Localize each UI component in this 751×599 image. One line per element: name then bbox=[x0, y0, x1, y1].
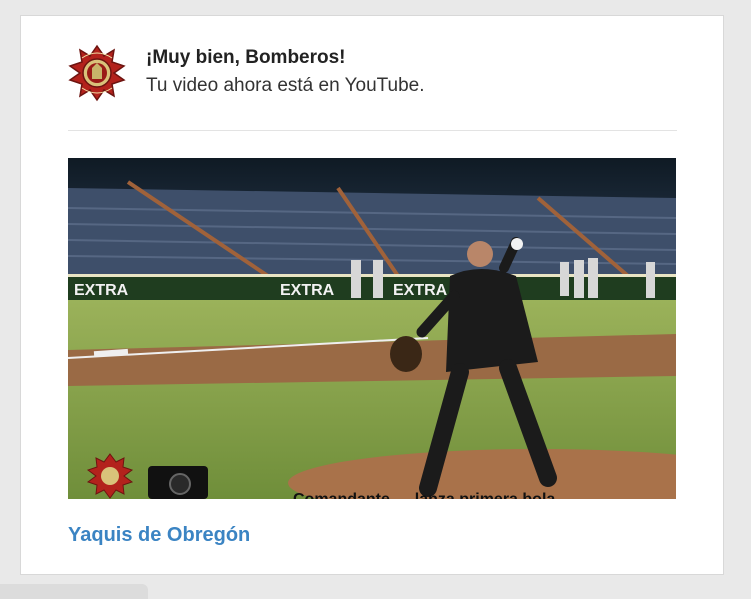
horizontal-scrollbar[interactable] bbox=[0, 584, 148, 599]
notification-message: Tu video ahora está en YouTube. bbox=[146, 75, 425, 96]
banner-text-1: EXTRA bbox=[74, 282, 129, 299]
video-title-link[interactable]: Yaquis de Obregón bbox=[68, 524, 250, 547]
notification-header: ¡Muy bien, Bomberos! Tu video ahora está… bbox=[68, 44, 678, 104]
avatar bbox=[68, 44, 126, 102]
fire-department-badge-icon bbox=[68, 44, 126, 102]
video-thumbnail[interactable]: EXTRA EXTRA EXTRA bbox=[68, 158, 676, 499]
notification-card: ¡Muy bien, Bomberos! Tu video ahora está… bbox=[20, 15, 724, 575]
video-caption-overlay: Comandante … lanza primera bola bbox=[293, 491, 555, 499]
divider bbox=[68, 130, 677, 131]
banner-text-2: EXTRA bbox=[280, 282, 335, 299]
notification-title: ¡Muy bien, Bomberos! bbox=[146, 47, 346, 68]
banner-text-3: EXTRA bbox=[393, 282, 448, 299]
